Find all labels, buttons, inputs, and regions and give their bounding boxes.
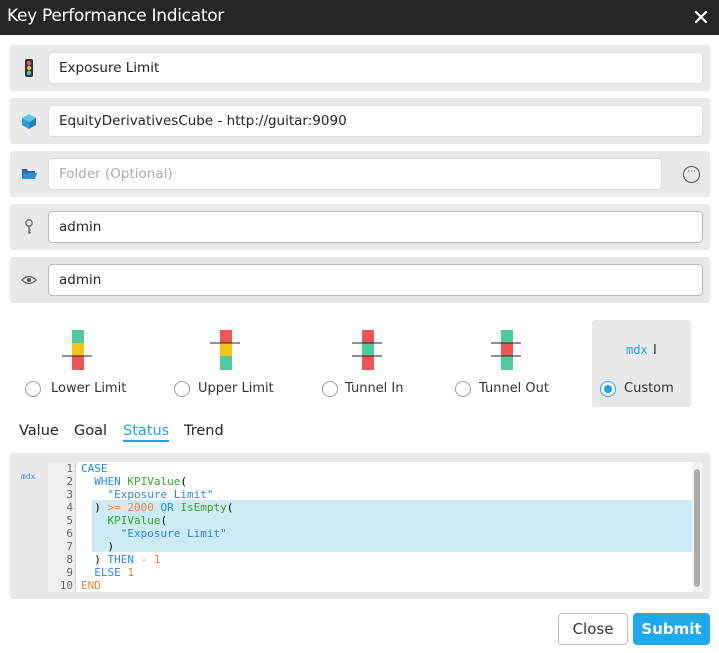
formula-editor-panel: mdx 1 CASE 2 WHEN KPIValue(3 "Exposure Lim… (10, 453, 710, 599)
tunnel-out-icon (491, 330, 521, 370)
code-text: WHEN KPIValue( (94, 475, 187, 488)
code-line: 1 CASE (48, 462, 694, 475)
mdx-icon: mdx (626, 343, 648, 357)
upper-limit-radio[interactable] (174, 381, 190, 397)
submit-button[interactable]: Submit (633, 613, 710, 645)
line-number: 9 (66, 566, 73, 579)
tab-trend[interactable]: Trend (184, 423, 224, 439)
tab-status[interactable]: Status (123, 423, 170, 442)
code-text: ) (81, 540, 115, 553)
code-text: "Exposure Limit" (107, 488, 214, 501)
line-number: 5 (66, 514, 73, 527)
cube-row: EquityDerivativesCube - http://guitar:90… (10, 98, 710, 144)
code-text: "Exposure Limit" (120, 527, 227, 540)
line-number: 6 (66, 527, 73, 540)
folder-input[interactable]: Folder (Optional) (48, 158, 662, 190)
tab-goal[interactable]: Goal (74, 423, 107, 439)
lower-limit-icon (62, 330, 92, 370)
tunnel-out-label: Tunnel Out (479, 381, 549, 396)
editor-scrollbar[interactable] (692, 462, 702, 592)
tunnel-in-radio[interactable] (322, 381, 338, 397)
code-line: 3 "Exposure Limit" (48, 488, 694, 501)
owner-row: admin (10, 204, 710, 250)
option-tunnel-in[interactable]: Tunnel In (314, 320, 434, 407)
dialog-title: Key Performance Indicator (7, 6, 224, 26)
cube-icon (20, 112, 38, 130)
upper-limit-icon (210, 330, 240, 370)
upper-limit-label: Upper Limit (198, 381, 274, 396)
code-line: 4 ) >= 2000 OR IsEmpty( (48, 501, 694, 514)
close-button[interactable]: Close (558, 613, 628, 645)
code-line: 8 ) THEN - 1 (48, 553, 694, 566)
key-icon (20, 218, 38, 236)
code-text: END (81, 579, 101, 592)
tab-value[interactable]: Value (19, 423, 59, 439)
option-upper-limit[interactable]: Upper Limit (166, 320, 286, 407)
eye-icon (20, 271, 38, 289)
code-line: 7 ) (48, 540, 694, 553)
traffic-light-icon (20, 59, 38, 77)
title-bar: Key Performance Indicator (0, 0, 719, 35)
close-icon[interactable] (691, 7, 711, 27)
code-text: ELSE 1 (94, 566, 134, 579)
code-line: 9 ELSE 1 (48, 566, 694, 579)
code-line: 6 "Exposure Limit" (48, 527, 694, 540)
line-number: 2 (66, 475, 73, 488)
line-number: 4 (66, 501, 73, 514)
mdx-code-editor[interactable]: 1 CASE 2 WHEN KPIValue(3 "Exposure Limit" 4… (48, 462, 702, 592)
code-text: ) >= 2000 OR IsEmpty( (81, 501, 234, 514)
lower-limit-label: Lower Limit (51, 381, 127, 396)
line-number: 3 (66, 488, 73, 501)
owner-input[interactable]: admin (48, 211, 703, 243)
text-cursor-icon: I (653, 343, 657, 358)
cube-input[interactable]: EquityDerivativesCube - http://guitar:90… (48, 105, 703, 137)
folder-row: Folder (Optional) ··· (10, 151, 710, 197)
line-number: 10 (59, 579, 73, 592)
tunnel-in-label: Tunnel In (345, 381, 404, 396)
viewer-input[interactable]: admin (48, 264, 703, 296)
option-lower-limit[interactable]: Lower Limit (18, 320, 138, 407)
option-tunnel-out[interactable]: Tunnel Out (448, 320, 568, 407)
option-custom[interactable]: mdx I Custom (592, 320, 691, 407)
viewer-row: admin (10, 257, 710, 303)
code-text: CASE (81, 462, 108, 475)
tunnel-out-radio[interactable] (455, 381, 471, 397)
tunnel-in-icon (352, 330, 382, 370)
line-number: 8 (66, 553, 73, 566)
custom-label: Custom (624, 381, 674, 396)
line-number: 1 (66, 462, 73, 475)
line-number: 7 (66, 540, 73, 553)
folder-icon (20, 165, 38, 183)
mdx-small-icon: mdx (21, 472, 36, 481)
lower-limit-radio[interactable] (25, 381, 41, 397)
code-line: 5 KPIValue( (48, 514, 694, 527)
code-line: 10 END (48, 579, 694, 592)
scrollbar-thumb[interactable] (694, 469, 700, 587)
code-text: KPIValue( (107, 514, 168, 527)
more-options-icon[interactable]: ··· (683, 166, 700, 183)
code-line: 2 WHEN KPIValue( (48, 475, 694, 488)
kpi-name-input[interactable]: Exposure Limit (48, 52, 703, 84)
name-row: Exposure Limit (10, 45, 710, 91)
custom-radio[interactable] (600, 381, 616, 397)
code-text: ) THEN - 1 (81, 553, 161, 566)
